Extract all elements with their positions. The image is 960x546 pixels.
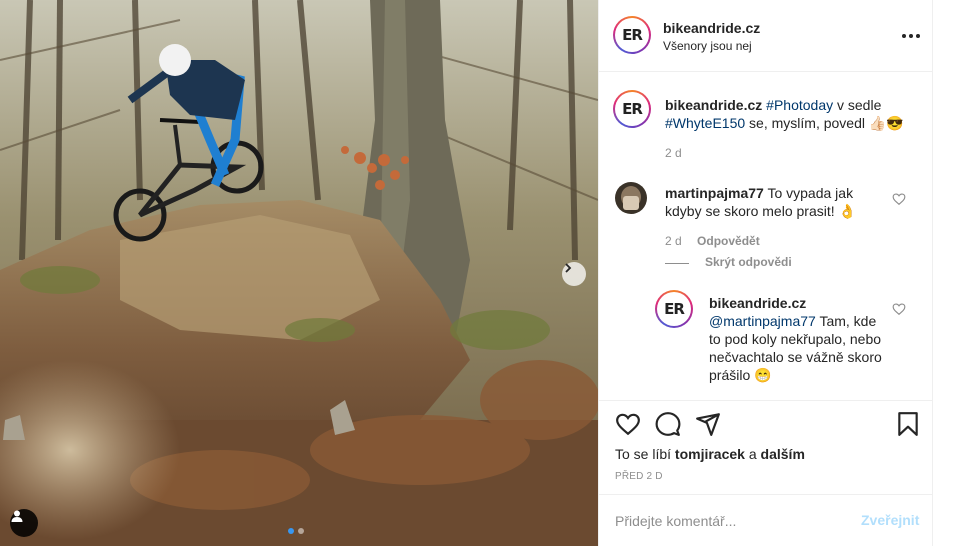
post-side-panel: ER bikeandride.cz Všenory jsou nej ER bi…	[598, 0, 933, 546]
account-avatar[interactable]: ER	[613, 16, 651, 54]
caption: bikeandride.cz #Photoday v sedle #WhyteE…	[665, 96, 915, 132]
heart-icon[interactable]	[892, 302, 906, 316]
post-photo[interactable]	[0, 0, 598, 546]
carousel-dot-active	[288, 528, 294, 534]
reply-username[interactable]: bikeandride.cz	[709, 294, 887, 312]
likes-others[interactable]: dalším	[761, 446, 805, 462]
post-location[interactable]: Všenory jsou nej	[663, 39, 760, 53]
tagged-users-button[interactable]	[10, 509, 38, 537]
hide-replies-line	[665, 263, 689, 264]
caption-text-1: v sedle	[833, 97, 882, 113]
reply-comment: bikeandride.cz @martinpajma77 Tam, kde t…	[709, 294, 887, 384]
instagram-post-view: ER bikeandride.cz Všenory jsou nej ER bi…	[0, 0, 960, 546]
mtb-forest-photo	[0, 0, 598, 546]
comment-icon[interactable]	[655, 411, 681, 437]
hide-replies-button[interactable]: Skrýt odpovědi	[705, 255, 792, 269]
account-logo: ER	[615, 18, 649, 52]
user-tag-icon	[11, 510, 23, 522]
hashtag-whyte[interactable]: #WhyteE150	[665, 115, 745, 131]
share-icon[interactable]	[695, 411, 721, 437]
more-horizontal-icon[interactable]	[899, 26, 923, 46]
carousel-indicator	[288, 528, 304, 534]
reply-avatar[interactable]: ER	[655, 290, 693, 328]
likes-summary: To se líbí tomjiracek a dalším	[615, 446, 805, 462]
likes-user[interactable]: tomjiracek	[675, 446, 745, 462]
header-username[interactable]: bikeandride.cz	[663, 20, 760, 36]
comments-section: ER bikeandride.cz #Photoday v sedle #Why…	[599, 72, 933, 400]
comment-input[interactable]	[615, 511, 845, 531]
post-header: ER bikeandride.cz Všenory jsou nej	[599, 0, 933, 72]
caption-time[interactable]: 2 d	[665, 146, 682, 160]
next-slide-button[interactable]	[562, 262, 586, 286]
reply-avatar-logo: ER	[657, 292, 691, 326]
reply-mention[interactable]: @martinpajma77	[709, 313, 816, 329]
heart-icon[interactable]	[892, 192, 906, 206]
comment: martinpajma77 To vypada jak kdyby se sko…	[665, 184, 885, 220]
chevron-right-icon	[565, 263, 572, 273]
caption-avatar-logo: ER	[615, 92, 649, 126]
heart-icon[interactable]	[615, 411, 641, 437]
reply-button[interactable]: Odpovědět	[697, 234, 760, 248]
add-comment-form: Zveřejnit	[599, 494, 933, 546]
comment-username[interactable]: martinpajma77	[665, 185, 764, 201]
commenter-avatar[interactable]	[615, 182, 647, 214]
comment-time[interactable]: 2 d	[665, 234, 682, 248]
likes-middle: a	[744, 446, 761, 462]
post-date[interactable]: PŘED 2 D	[615, 471, 663, 482]
caption-text-2: se, myslím, povedl 👍🏻😎	[745, 115, 904, 131]
hashtag-photoday[interactable]: #Photoday	[766, 97, 833, 113]
caption-username[interactable]: bikeandride.cz	[665, 97, 762, 113]
comment-meta: 2 d Odpovědět	[665, 234, 760, 248]
post-comment-button[interactable]: Zveřejnit	[861, 512, 919, 528]
likes-prefix: To se líbí	[615, 446, 675, 462]
bookmark-icon[interactable]	[895, 411, 921, 437]
caption-avatar[interactable]: ER	[613, 90, 651, 128]
carousel-dot	[298, 528, 304, 534]
post-actions: To se líbí tomjiracek a dalším PŘED 2 D	[599, 400, 933, 494]
